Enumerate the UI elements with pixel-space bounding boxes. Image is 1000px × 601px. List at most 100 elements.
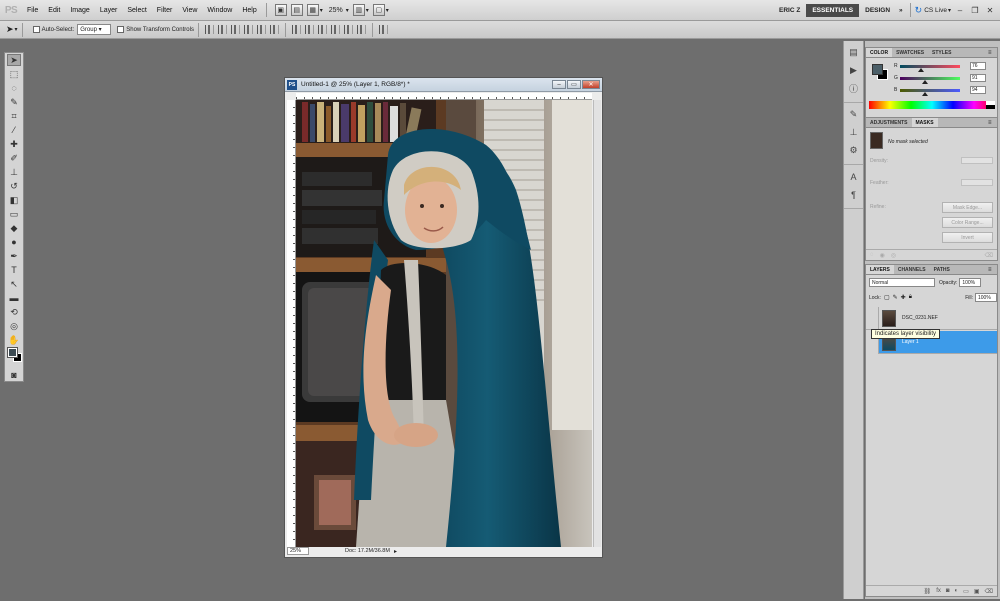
lock-all-icon[interactable]: 🔒︎	[909, 294, 912, 301]
red-channel-slider[interactable]	[900, 64, 960, 72]
chevron-down-icon[interactable]: ▾	[948, 7, 951, 14]
marquee-tool-icon[interactable]: ⬚	[7, 68, 21, 80]
new-layer-icon[interactable]: ▣	[974, 588, 980, 595]
delete-mask-icon[interactable]: ⌫	[985, 252, 993, 259]
menu-file[interactable]: File	[22, 0, 43, 21]
tab-layers[interactable]: LAYERS	[866, 265, 894, 274]
panel-menu-icon[interactable]: ≡	[988, 265, 997, 274]
transform-controls-checkbox[interactable]	[117, 26, 125, 33]
blend-mode-dropdown[interactable]: Normal	[869, 278, 935, 287]
mask-edge-button[interactable]: Mask Edge...	[942, 202, 993, 213]
link-layers-icon[interactable]: ⛓	[924, 588, 932, 595]
foreground-color-swatch[interactable]	[872, 64, 883, 75]
history-brush-tool-icon[interactable]: ↺	[7, 180, 21, 192]
blur-tool-icon[interactable]: ◆	[7, 222, 21, 234]
document-maximize-icon[interactable]: ▭	[567, 80, 581, 89]
tab-paths[interactable]: PATHS	[930, 265, 954, 274]
fill-field[interactable]: 100%	[975, 293, 997, 302]
feather-field[interactable]	[961, 179, 993, 186]
invert-button[interactable]: Invert	[942, 232, 993, 243]
green-channel-slider[interactable]	[900, 76, 960, 84]
restore-icon[interactable]: ❐	[969, 4, 981, 16]
foreground-color-swatch[interactable]	[7, 347, 18, 358]
distribute-hcenter-icon[interactable]	[343, 25, 353, 34]
slider-knob[interactable]	[921, 79, 928, 84]
distribute-bottom-icon[interactable]	[317, 25, 327, 34]
zoom-level[interactable]: 25%	[329, 7, 343, 14]
auto-select-dropdown[interactable]: Group ▾	[77, 24, 112, 35]
visibility-icon[interactable]: ◎	[891, 252, 896, 259]
chevron-down-icon[interactable]: ▾	[366, 7, 369, 14]
status-menu-icon[interactable]: ▸	[394, 548, 397, 555]
blue-channel-value[interactable]: 94	[970, 86, 986, 94]
path-selection-tool-icon[interactable]: ↖	[7, 278, 21, 290]
menu-layer[interactable]: Layer	[95, 0, 123, 21]
distribute-right-icon[interactable]	[356, 25, 366, 34]
vertical-scrollbar[interactable]	[593, 100, 601, 547]
document-title-bar[interactable]: PS Untitled-1 @ 25% (Layer 1, RGB/8*) * …	[285, 78, 602, 92]
document-minimize-icon[interactable]: –	[552, 80, 566, 89]
chevron-down-icon[interactable]: ▾	[386, 7, 389, 14]
tab-color[interactable]: COLOR	[866, 48, 893, 57]
distribute-top-icon[interactable]	[291, 25, 301, 34]
density-field[interactable]	[961, 157, 993, 164]
color-range-button[interactable]: Color Range...	[942, 217, 993, 228]
tab-masks[interactable]: MASKS	[911, 118, 938, 127]
more-workspaces-button[interactable]: »	[896, 4, 906, 17]
character-panel-icon[interactable]: A	[847, 170, 860, 183]
align-top-icon[interactable]	[204, 25, 214, 34]
tab-styles[interactable]: STYLES	[928, 48, 955, 57]
menu-window[interactable]: Window	[202, 0, 237, 21]
document-size-info[interactable]: Doc: 17.2M/36.8M	[345, 548, 390, 554]
horizontal-ruler[interactable]	[296, 93, 592, 100]
panel-menu-icon[interactable]: ≡	[988, 48, 997, 57]
slider-knob[interactable]	[922, 91, 929, 96]
3d-rotate-tool-icon[interactable]: ⟲	[7, 306, 21, 318]
blue-channel-slider[interactable]	[900, 88, 960, 96]
align-vertical-center-icon[interactable]	[217, 25, 227, 34]
lasso-tool-icon[interactable]: ◌	[7, 82, 21, 94]
menu-view[interactable]: View	[177, 0, 202, 21]
tab-adjustments[interactable]: ADJUSTMENTS	[866, 118, 912, 127]
quick-mask-icon[interactable]: ◙	[7, 369, 21, 381]
color-spectrum-ramp[interactable]	[869, 101, 995, 109]
eyedropper-tool-icon[interactable]: ⁄	[7, 124, 21, 136]
layer-row[interactable]: DSC_0231.NEF	[866, 306, 997, 330]
eraser-tool-icon[interactable]: ◧	[7, 194, 21, 206]
layer-style-icon[interactable]: fx	[936, 588, 941, 594]
type-tool-icon[interactable]: T	[7, 264, 21, 276]
document-zoom-field[interactable]: 25%	[287, 547, 309, 555]
document-canvas[interactable]	[296, 100, 592, 547]
info-panel-icon[interactable]: ⓘ	[847, 82, 860, 95]
auto-select-checkbox[interactable]	[32, 26, 40, 33]
move-tool-icon[interactable]: ➤	[6, 24, 14, 35]
align-horizontal-center-icon[interactable]	[256, 25, 266, 34]
clone-stamp-tool-icon[interactable]: ⊥	[7, 166, 21, 178]
menu-select[interactable]: Select	[122, 0, 151, 21]
quick-select-tool-icon[interactable]: ✎	[7, 96, 21, 108]
layer-visibility-toggle[interactable]	[866, 306, 879, 330]
menu-help[interactable]: Help	[237, 0, 261, 21]
workspace-user[interactable]: ERIC Z	[773, 4, 806, 17]
paragraph-panel-icon[interactable]: ¶	[847, 188, 860, 201]
add-mask-icon[interactable]: ◙	[946, 588, 950, 594]
history-panel-icon[interactable]: ▤	[847, 46, 860, 59]
chevron-down-icon[interactable]: ▾	[346, 7, 349, 14]
workspace-essentials[interactable]: ESSENTIALS	[806, 3, 860, 17]
gradient-tool-icon[interactable]: ▭	[7, 208, 21, 220]
healing-brush-tool-icon[interactable]: ✚	[7, 138, 21, 150]
launch-minibridge-icon[interactable]: ▤	[290, 4, 303, 16]
document-close-icon[interactable]: ✕	[582, 80, 600, 89]
green-channel-value[interactable]: 91	[970, 74, 986, 82]
launch-bridge-icon[interactable]: ▣	[274, 4, 287, 16]
tool-presets-panel-icon[interactable]: ⚙	[847, 144, 860, 157]
align-left-icon[interactable]	[243, 25, 253, 34]
new-group-icon[interactable]: ▭	[963, 588, 969, 595]
tab-channels[interactable]: CHANNELS	[894, 265, 930, 274]
move-tool-icon[interactable]: ➤	[7, 54, 21, 66]
new-adjustment-icon[interactable]: ◐	[955, 588, 959, 594]
lock-position-icon[interactable]: ✚	[901, 294, 906, 301]
red-channel-value[interactable]: 76	[970, 62, 986, 70]
cs-live-button[interactable]: CS Live	[924, 7, 947, 14]
load-selection-icon[interactable]: ◌	[870, 252, 874, 258]
